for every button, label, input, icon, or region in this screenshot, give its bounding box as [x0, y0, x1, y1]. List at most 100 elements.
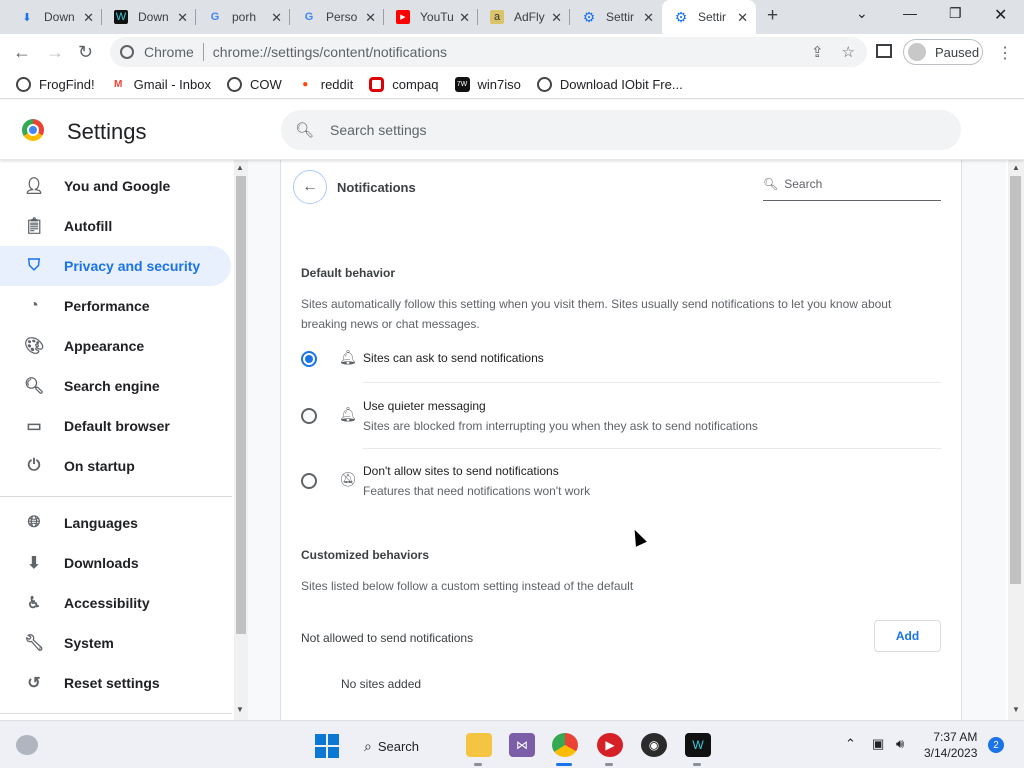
settings-search-input[interactable]: 🔍︎ Search settings	[281, 110, 961, 150]
close-icon[interactable]: ✕	[643, 10, 654, 26]
bookmark-item[interactable]: FrogFind!	[16, 77, 95, 92]
search-icon: ⌕	[364, 737, 372, 754]
tab[interactable]: G Perso ✕	[290, 0, 384, 34]
radio-button[interactable]	[301, 408, 317, 424]
obs-icon[interactable]: ◉	[641, 733, 667, 757]
star-icon[interactable]: ☆	[842, 43, 855, 61]
radio-option-quieter[interactable]: 🔔︎ Use quieter messaging Sites are block…	[301, 396, 941, 438]
tab-active[interactable]: ⚙ Settir ✕	[662, 0, 756, 34]
sidebar-item-performance[interactable]: ◔ Performance	[0, 286, 231, 326]
back-arrow-button[interactable]: ←	[293, 170, 327, 204]
tab-search-chevron-icon[interactable]: ⌄	[856, 5, 868, 22]
sidebar-item-default-browser[interactable]: ▭ Default browser	[0, 406, 231, 446]
tab[interactable]: G porh ✕	[196, 0, 290, 34]
radio-label: Don't allow sites to send notifications	[363, 464, 559, 478]
close-icon[interactable]: ✕	[459, 10, 470, 26]
globe-icon: 🌐︎	[27, 514, 41, 531]
system-clock[interactable]: 7:37 AM 3/14/2023	[924, 729, 977, 761]
sidebar-item-languages[interactable]: 🌐︎ Languages	[0, 503, 231, 543]
volume-icon[interactable]: 🔊︎	[896, 736, 904, 752]
bookmark-item[interactable]: 7W win7iso	[454, 77, 521, 92]
maximize-button[interactable]: ❐	[949, 5, 962, 22]
sidebar-divider	[0, 496, 232, 497]
file-explorer-icon[interactable]	[466, 733, 492, 757]
subpage-search-input[interactable]: 🔍︎ Search	[763, 177, 941, 201]
bookmark-label: win7iso	[477, 77, 521, 92]
arrow-left-icon: ←	[302, 178, 318, 195]
sidebar-item-appearance[interactable]: 🎨︎ Appearance	[0, 326, 231, 366]
reload-button[interactable]: ↻	[78, 42, 93, 63]
avatar	[908, 43, 926, 61]
sidebar-item-system[interactable]: 🔧︎ System	[0, 623, 231, 663]
close-icon[interactable]: ✕	[177, 10, 188, 26]
network-icon[interactable]: ▣	[872, 736, 884, 752]
sidebar-item-downloads[interactable]: ⬇ Downloads	[0, 543, 231, 583]
radio-option-block[interactable]: 🔕︎ Don't allow sites to send notificatio…	[301, 461, 941, 503]
sidebar-item-search-engine[interactable]: 🔍︎ Search engine	[0, 366, 231, 406]
close-window-button[interactable]: ✕	[994, 5, 1007, 25]
sidebar-item-accessibility[interactable]: ♿︎ Accessibility	[0, 583, 231, 623]
taskbar-search-label: Search	[377, 738, 420, 754]
close-icon[interactable]: ✕	[737, 10, 748, 26]
close-icon[interactable]: ✕	[365, 10, 376, 26]
profile-button[interactable]: Paused	[903, 39, 983, 65]
radio-option-allow[interactable]: 🔔︎ Sites can ask to send notifications	[301, 348, 941, 378]
forward-button[interactable]: →	[46, 42, 64, 63]
bookmark-item[interactable]: COW	[226, 77, 282, 92]
bookmark-item[interactable]: ● reddit	[298, 77, 353, 92]
download-icon: ⬇	[27, 555, 41, 572]
weather-icon[interactable]	[16, 735, 38, 755]
tab[interactable]: ▶ YouTu ✕	[384, 0, 478, 34]
scroll-up-icon[interactable]: ▲	[1012, 163, 1020, 172]
close-icon[interactable]: ✕	[551, 10, 562, 26]
bookmark-item[interactable]: M Gmail - Inbox	[111, 77, 211, 92]
scrollbar-thumb[interactable]	[1010, 176, 1021, 584]
share-icon[interactable]: ⇪	[811, 43, 824, 61]
taskbar-search-button[interactable]: ⌕ Search	[364, 733, 444, 759]
start-button[interactable]	[315, 734, 339, 758]
notification-badge[interactable]: 2	[988, 737, 1004, 753]
site-chip[interactable]: Chrome	[120, 44, 194, 60]
chrome-icon[interactable]	[552, 733, 578, 757]
page-scrollbar[interactable]: ▲ ▼	[1008, 160, 1024, 720]
bookmark-item[interactable]: Download IObit Fre...	[536, 77, 683, 92]
winamp-icon[interactable]: W	[685, 733, 711, 757]
search-icon: 🔍︎	[763, 177, 779, 191]
tab[interactable]: W Down ✕	[102, 0, 196, 34]
sidebar-item-privacy[interactable]: ⛉ Privacy and security	[0, 246, 231, 286]
radio-button[interactable]	[301, 473, 317, 489]
sidebar-item-on-startup[interactable]: ⏻ On startup	[0, 446, 231, 486]
more-menu-icon[interactable]: ⋮	[997, 43, 1013, 63]
url-text[interactable]: chrome://settings/content/notifications	[213, 44, 447, 60]
media-player-icon[interactable]: ▶	[597, 733, 623, 757]
minimize-button[interactable]: —	[903, 5, 917, 21]
download-icon: ⬇	[22, 11, 32, 24]
scroll-down-icon[interactable]: ▼	[1012, 705, 1020, 714]
tab[interactable]: ⚙ Settir ✕	[570, 0, 662, 34]
radio-button[interactable]	[301, 351, 317, 367]
scroll-down-icon[interactable]: ▼	[236, 705, 244, 714]
running-indicator	[474, 763, 482, 766]
sidebar-item-reset-settings[interactable]: ↺ Reset settings	[0, 663, 231, 703]
new-tab-button[interactable]: +	[767, 5, 778, 27]
profile-status: Paused	[935, 44, 980, 60]
close-icon[interactable]: ✕	[271, 10, 282, 26]
radio-sublabel: Features that need notifications won't w…	[363, 484, 591, 498]
sidebar-item-autofill[interactable]: 📋︎ Autofill	[0, 206, 231, 246]
scrollbar-thumb[interactable]	[236, 176, 246, 634]
notifications-card: ← Notifications 🔍︎ Search Default behavi…	[280, 160, 962, 720]
back-button[interactable]: ←	[13, 42, 31, 63]
add-site-button[interactable]: Add	[874, 620, 941, 652]
visual-studio-icon[interactable]: ⋈	[509, 733, 535, 757]
sidebar-scrollbar[interactable]: ▲ ▼	[234, 160, 248, 720]
bookmark-item[interactable]: compaq	[369, 77, 439, 92]
close-icon[interactable]: ✕	[83, 10, 94, 26]
address-bar[interactable]: Chrome chrome://settings/content/notific…	[110, 37, 867, 67]
tab[interactable]: ⬇ Down ✕	[0, 0, 102, 34]
tab[interactable]: a AdFly ✕	[478, 0, 570, 34]
scroll-up-icon[interactable]: ▲	[236, 163, 244, 172]
chevron-up-icon[interactable]: ⌃	[845, 736, 856, 752]
sidebar-item-you-and-google[interactable]: 👤︎ You and Google	[0, 166, 231, 206]
side-panel-icon[interactable]	[876, 44, 892, 58]
sidebar-item-label: On startup	[64, 458, 135, 474]
